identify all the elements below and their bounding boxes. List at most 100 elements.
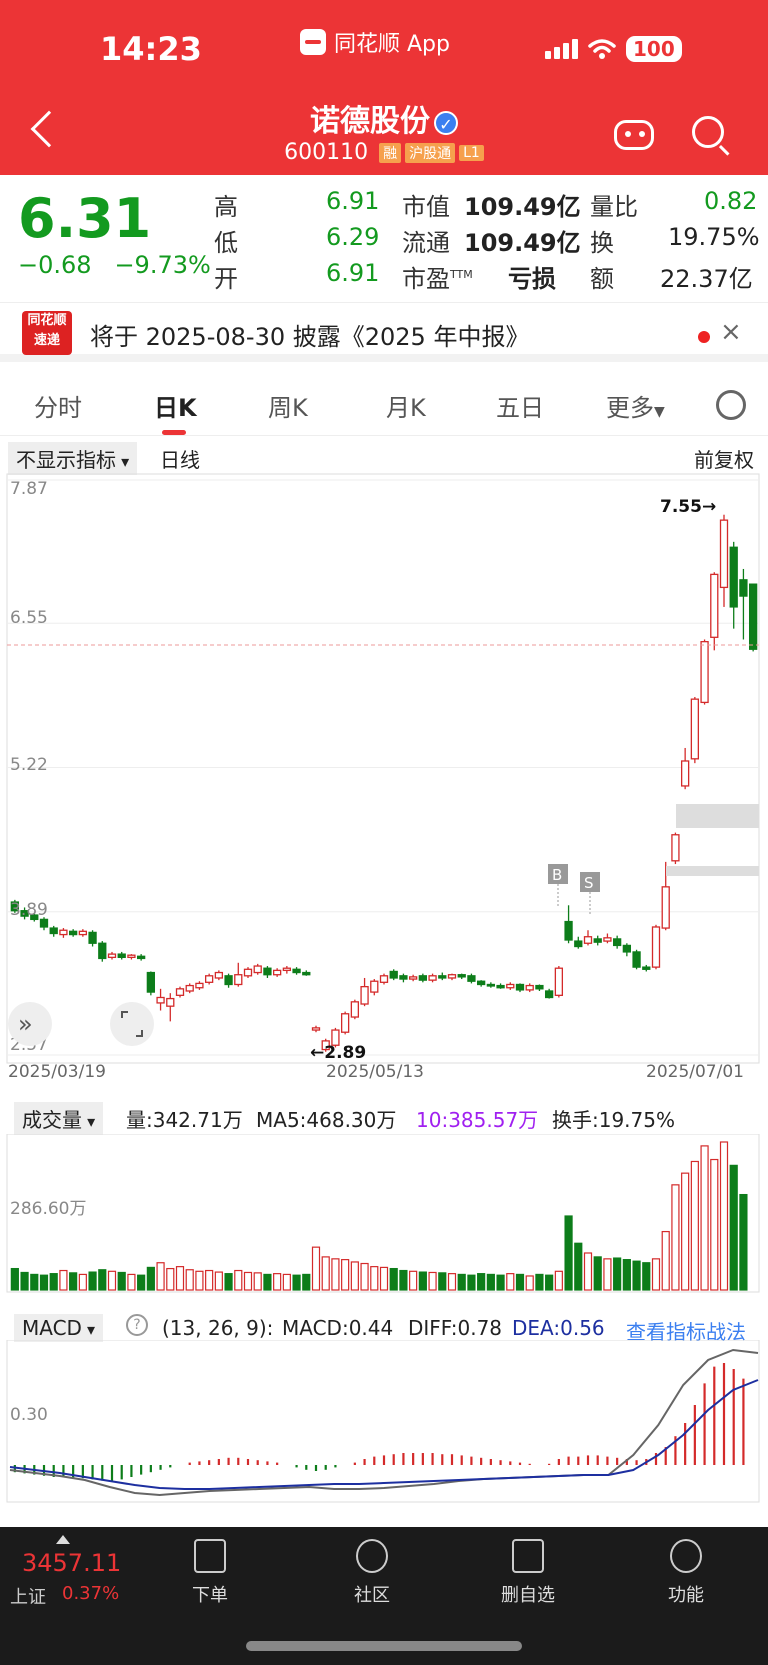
document-icon [194, 1539, 226, 1573]
candle [748, 583, 758, 652]
candle [564, 905, 573, 944]
candle-body [399, 975, 408, 980]
candle [136, 954, 146, 961]
volume-dropdown[interactable]: 成交量 [14, 1102, 104, 1135]
candle [379, 973, 389, 985]
candle [117, 951, 126, 960]
candle-body [574, 940, 583, 948]
candle-body [340, 1013, 350, 1033]
nav-community-label: 社区 [354, 1585, 390, 1606]
candle [88, 930, 97, 947]
pe-label: 市盈TTM [402, 259, 473, 294]
nav-functions[interactable]: 功能 [636, 1539, 736, 1607]
candle [68, 929, 78, 937]
tag-margin: 融 [379, 143, 402, 163]
candle-body [642, 966, 651, 970]
tab-more[interactable]: 更多▼ [606, 388, 665, 423]
chart-tabs: 分时 日K 周K 月K 五日 更多▼ [0, 372, 768, 436]
status-indicators: 100 [545, 36, 682, 62]
candle [146, 971, 156, 996]
volume-bar [729, 1164, 738, 1291]
candle [486, 982, 496, 988]
candle [496, 983, 505, 989]
index-value[interactable]: 3457.11 [22, 1549, 121, 1577]
volume-bar [263, 1273, 272, 1291]
adjust-button[interactable]: 前复权 [694, 444, 754, 473]
x-axis: 2025/03/19 2025/05/13 2025/07/01 [0, 1062, 768, 1092]
candle-body [88, 931, 97, 944]
candlestick-chart[interactable]: 7.87 6.55 5.22 3.89 2.57 7.55→ ←2.89 B S… [0, 470, 768, 1070]
search-icon[interactable] [692, 116, 724, 148]
candle [360, 977, 369, 1007]
sell-marker[interactable]: S [584, 874, 594, 892]
volume-bar [486, 1273, 495, 1291]
close-icon[interactable]: × [720, 317, 742, 347]
candle [408, 974, 418, 982]
candle [447, 973, 457, 981]
volume-bar [156, 1262, 165, 1291]
volume-y-tick: 286.60万 [10, 1199, 86, 1219]
volume-bar [282, 1273, 291, 1291]
chevron-down-icon: ▼ [654, 404, 665, 420]
volume-bar [311, 1246, 321, 1291]
volume-bar [428, 1271, 437, 1291]
tab-five-day[interactable]: 五日 [496, 388, 544, 423]
macd-y-tick: 0.30 [10, 1405, 48, 1425]
candle [642, 964, 651, 972]
x-tick-1: 2025/05/13 [326, 1062, 424, 1082]
fullscreen-icon[interactable] [110, 1002, 154, 1046]
candle-body [622, 944, 632, 953]
candle [525, 983, 534, 993]
pe-sup: TTM [450, 268, 473, 281]
candle [554, 966, 564, 998]
candle-body [748, 583, 758, 650]
volume-toolbar: 成交量 量:342.71万 MA5:468.30万 10:385.57万 换手:… [0, 1098, 768, 1135]
double-chevron-icon: » [18, 1010, 33, 1038]
volume-bar [117, 1271, 126, 1291]
notice-bar[interactable]: 同花顺 速递 将于 2025-08-30 披露《2025 年中报》 × [0, 302, 768, 362]
y-tick-2: 5.22 [10, 755, 48, 775]
nav-community[interactable]: 社区 [322, 1539, 422, 1607]
candle-body [680, 760, 690, 787]
wifi-icon [588, 39, 616, 59]
volume-bar [554, 1270, 563, 1291]
volume-bar [195, 1270, 204, 1291]
volume-bar [700, 1145, 709, 1291]
candle [428, 973, 437, 983]
robot-assistant-icon[interactable] [614, 120, 654, 150]
change-pct: −9.73% [114, 251, 211, 279]
float-value: 109.49亿 [464, 229, 581, 257]
candle-body [408, 976, 418, 980]
gear-icon[interactable] [716, 390, 746, 420]
candle-body [486, 983, 496, 987]
volume-bar [574, 1242, 583, 1291]
candle [418, 973, 428, 983]
candle [467, 973, 476, 984]
tab-weekly-k[interactable]: 周K [268, 388, 308, 423]
tab-intraday[interactable]: 分时 [34, 388, 82, 423]
tab-daily-k[interactable]: 日K [154, 388, 197, 423]
chart-frame [6, 473, 760, 1064]
candle [603, 933, 612, 944]
candle [370, 979, 379, 996]
stock-name: 诺德股份 [310, 104, 430, 139]
volume-bar [321, 1256, 330, 1291]
vol-turnover: 换手:19.75% [552, 1108, 675, 1132]
help-icon[interactable]: ? [126, 1314, 148, 1336]
nav-functions-label: 功能 [668, 1585, 704, 1606]
candle-body [136, 955, 146, 960]
candle [535, 984, 544, 991]
volume-bar [350, 1261, 359, 1291]
high-value: 6.91 [326, 187, 380, 215]
candle [612, 935, 622, 949]
buy-marker[interactable]: B [552, 866, 562, 884]
candle [127, 954, 136, 960]
nav-order[interactable]: 下单 [160, 1539, 260, 1607]
nav-remove-watchlist[interactable]: 删自选 [478, 1539, 578, 1607]
candle-body [243, 968, 253, 977]
macd-dropdown[interactable]: MACD [14, 1314, 104, 1342]
candle [78, 929, 88, 937]
price-change: −0.68 −9.73% [18, 251, 211, 279]
candle [438, 972, 447, 981]
tab-monthly-k[interactable]: 月K [386, 388, 426, 423]
